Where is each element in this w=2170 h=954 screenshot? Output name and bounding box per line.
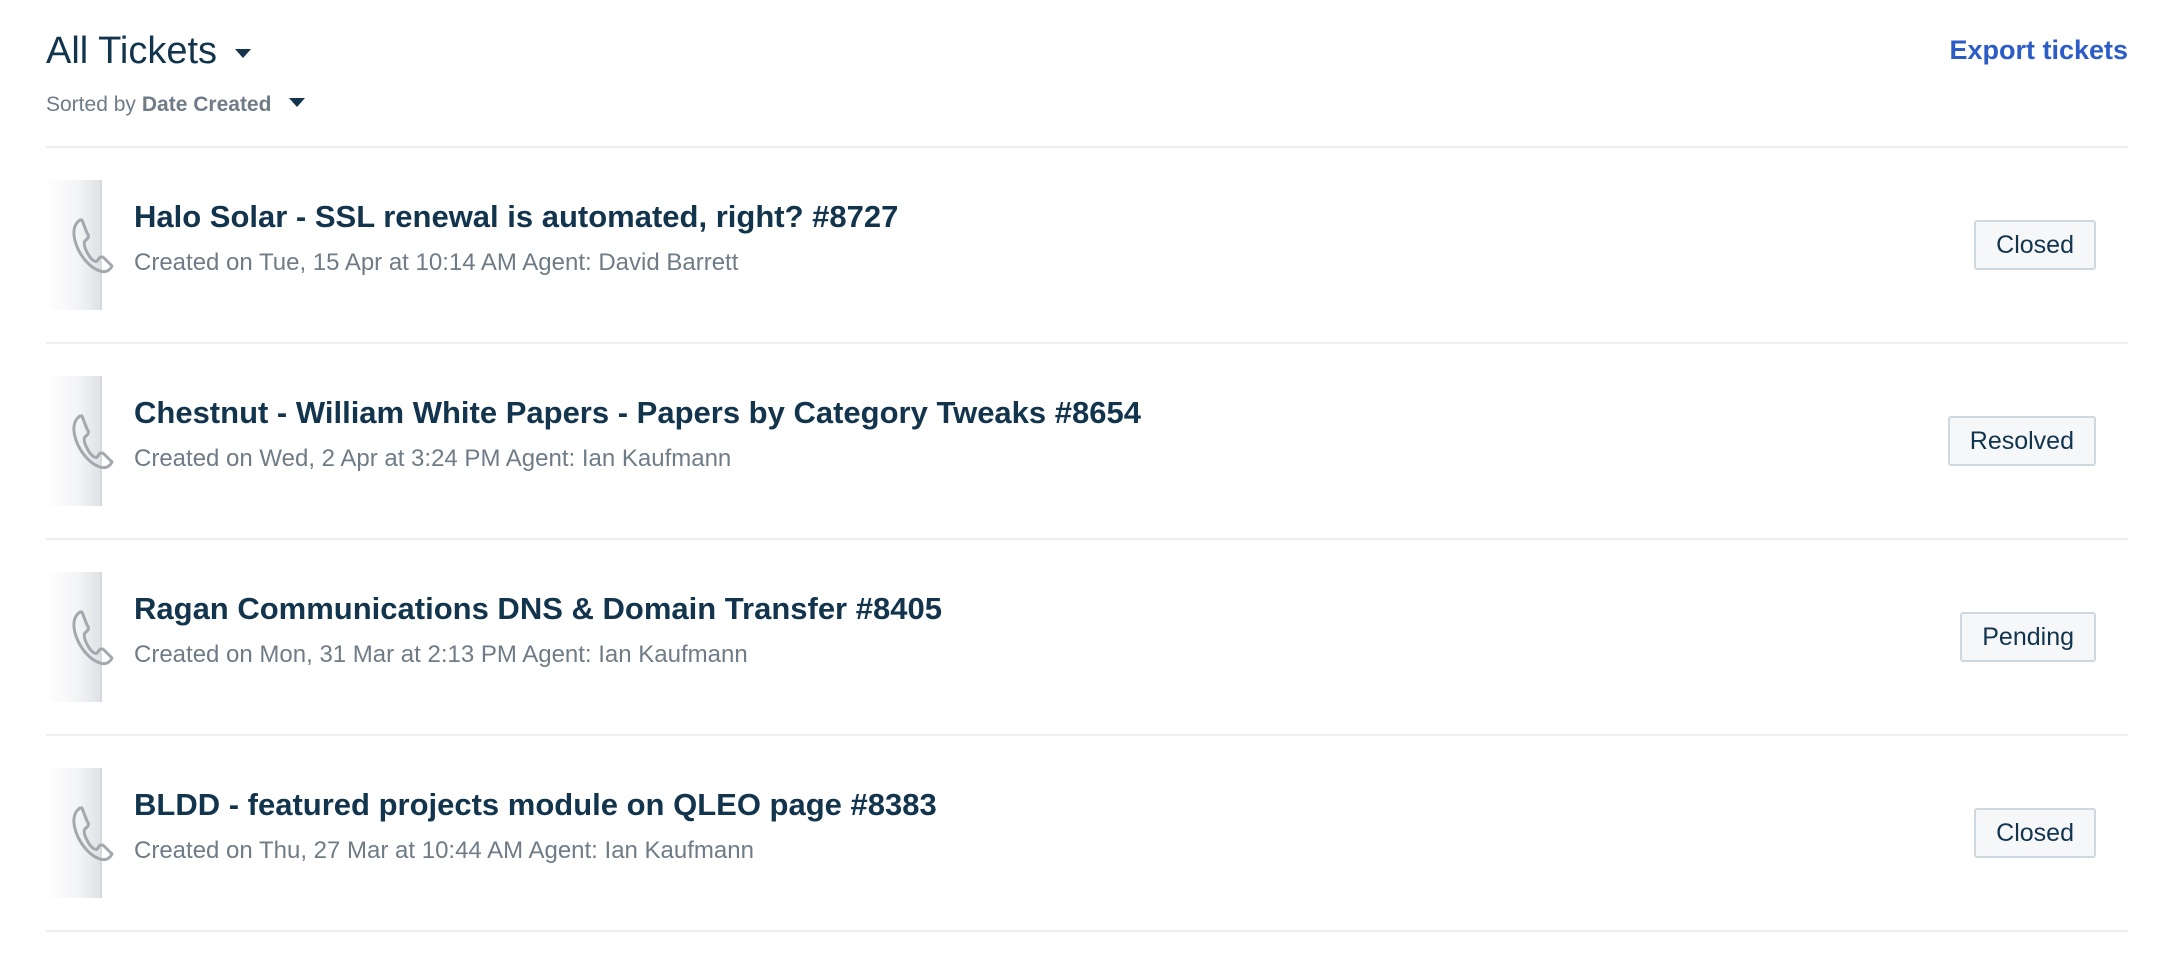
- sort-field-selector[interactable]: Date Created: [142, 90, 272, 120]
- ticket-row[interactable]: Ragan Communications DNS & Domain Transf…: [46, 540, 2128, 736]
- channel-indicator: [46, 572, 114, 702]
- ticket-title[interactable]: Halo Solar - SSL renewal is automated, r…: [134, 196, 898, 238]
- ticket-row[interactable]: BLDD - featured projects module on QLEO …: [46, 736, 2128, 932]
- sorted-by-label: Sorted by: [46, 93, 136, 116]
- status-badge: Pending: [1960, 612, 2096, 662]
- phone-icon: [72, 218, 114, 274]
- status-badge: Resolved: [1947, 416, 2096, 466]
- view-title: All Tickets: [46, 30, 218, 72]
- ticket-meta: Created on Tue, 15 Apr at 10:14 AM Agent…: [134, 249, 739, 276]
- ticket-row[interactable]: Halo Solar - SSL renewal is automated, r…: [46, 148, 2128, 344]
- view-selector[interactable]: All Tickets: [46, 26, 252, 76]
- phone-icon: [72, 414, 114, 470]
- status-badge: Closed: [1974, 808, 2096, 858]
- sort-control: Sorted by Date Created: [46, 90, 306, 120]
- ticket-meta: Created on Mon, 31 Mar at 2:13 PM Agent:…: [134, 641, 748, 668]
- ticket-list-page: All Tickets Sorted by Date Created Expor…: [46, 0, 2128, 932]
- export-tickets-link[interactable]: Export tickets: [1949, 32, 2128, 68]
- phone-icon: [72, 806, 114, 862]
- caret-down-icon[interactable]: [289, 97, 306, 107]
- ticket-meta: Created on Thu, 27 Mar at 10:44 AM Agent…: [134, 837, 754, 864]
- ticket-title[interactable]: Ragan Communications DNS & Domain Transf…: [134, 588, 942, 630]
- channel-indicator: [46, 768, 114, 898]
- ticket-row[interactable]: Chestnut - William White Papers - Papers…: [46, 344, 2128, 540]
- ticket-title[interactable]: BLDD - featured projects module on QLEO …: [134, 784, 937, 826]
- channel-indicator: [46, 180, 114, 310]
- caret-down-icon: [235, 48, 252, 58]
- ticket-meta: Created on Wed, 2 Apr at 3:24 PM Agent: …: [134, 445, 732, 472]
- ticket-title[interactable]: Chestnut - William White Papers - Papers…: [134, 392, 1141, 434]
- ticket-list-header: All Tickets Sorted by Date Created Expor…: [46, 0, 2128, 148]
- channel-indicator: [46, 376, 114, 506]
- status-badge: Closed: [1974, 220, 2096, 270]
- phone-icon: [72, 610, 114, 666]
